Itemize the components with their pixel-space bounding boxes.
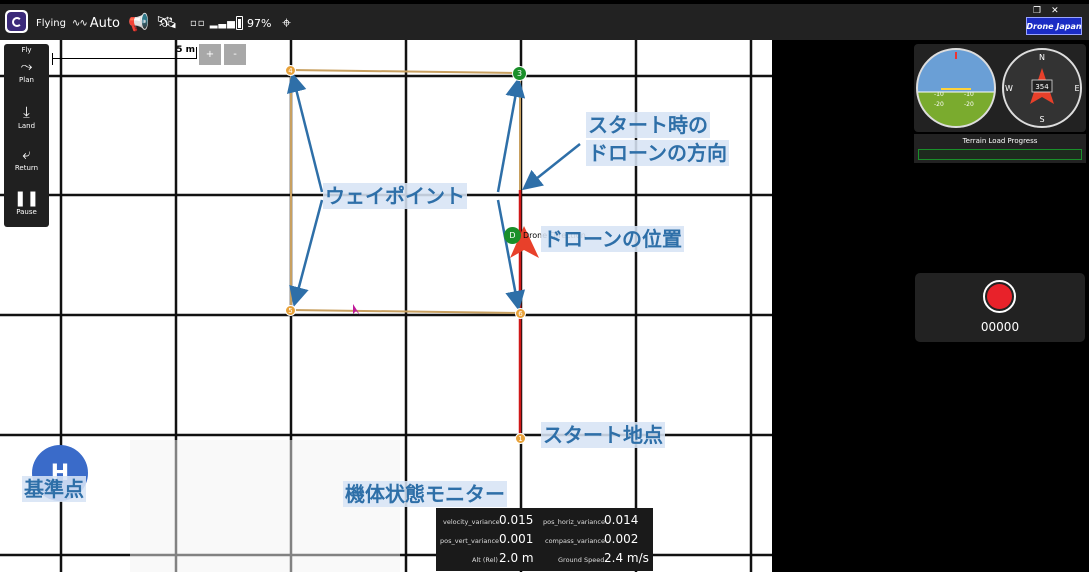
camera-panel: 00000 — [915, 273, 1085, 342]
zoom-in-button[interactable]: + — [199, 44, 221, 65]
compass-indicator: 354 N E S W — [1002, 48, 1082, 128]
fly-label: Fly — [21, 46, 32, 54]
terrain-load-panel: Terrain Load Progress — [914, 134, 1086, 163]
app-window: Flying ∿∿ Auto 📢 🛰 ▫▫ ▂▃▅ 97% ⌖ ❐✕ Drone… — [0, 0, 1089, 572]
compass-variance-value: 0.002 — [604, 532, 639, 546]
pos-vert-variance-key: pos_vert_variance — [440, 537, 500, 545]
attitude-indicator: -10 -10 -20 -20 — [916, 48, 996, 128]
status-monitor: velocity_variance 0.015 pos_horiz_varian… — [436, 508, 653, 571]
alt-rel-value: 2.0 m — [499, 551, 534, 565]
pos-horiz-variance-key: pos_horiz_variance — [543, 518, 605, 526]
compass-variance-key: compass_variance — [545, 537, 605, 545]
velocity-variance-value: 0.015 — [499, 513, 534, 527]
pos-horiz-variance-value: 0.014 — [604, 513, 639, 527]
annotation-waypoint: ウェイポイント — [323, 183, 467, 209]
annotation-reference-point: 基準点 — [22, 476, 86, 502]
close-icon[interactable]: ✕ — [1051, 6, 1069, 16]
velocity-variance-key: velocity_variance — [443, 518, 500, 526]
plan-route-icon: ⤳ — [20, 57, 33, 75]
compass-w-label: W — [1005, 84, 1013, 93]
record-time: 00000 — [980, 320, 1020, 334]
compass-heading-value: 354 — [1035, 83, 1049, 91]
compass-n-label: N — [1039, 53, 1045, 62]
scale-label: 5 m — [176, 45, 195, 55]
pos-vert-variance-value: 0.001 — [499, 532, 534, 546]
flight-mode-selector[interactable]: ∿∿ Auto — [72, 12, 120, 34]
return-icon: ⤶ — [22, 145, 31, 163]
annotation-status-monitor: 機体状態モニター — [343, 481, 507, 507]
battery-icon — [236, 16, 243, 30]
flight-mode-label: Auto — [89, 15, 120, 31]
waypoint-3[interactable]: 3 — [512, 66, 527, 81]
att-tick-2: -10 — [964, 91, 974, 98]
brand-logo: Drone Japan — [1026, 17, 1082, 35]
fly-tool[interactable]: Fly — [4, 46, 49, 54]
annotation-start-point: スタート地点 — [541, 422, 665, 448]
pause-button[interactable]: ❚❚ Pause — [4, 190, 49, 216]
waypoint-1[interactable]: 1 — [515, 433, 526, 444]
fly-tools-panel: Fly ⤳ Plan ⤓ Land ⤶ Return ❚❚ Pause — [4, 44, 49, 227]
record-button[interactable] — [983, 280, 1016, 313]
mode-icon: ∿∿ — [72, 17, 88, 29]
land-label: Land — [17, 122, 36, 130]
ground-speed-value: 2.4 m/s — [604, 551, 649, 565]
terrain-progress-bar — [918, 149, 1082, 160]
app-menu-button[interactable] — [5, 10, 28, 33]
plan-tool-button[interactable]: ⤳ Plan — [4, 58, 49, 84]
rc-signal-icon[interactable]: ▫▫ ▂▃▅ — [190, 12, 236, 34]
waypoint-5[interactable]: 5 — [285, 305, 296, 316]
top-toolbar: Flying ∿∿ Auto 📢 🛰 ▫▫ ▂▃▅ 97% ⌖ ❐✕ Drone… — [0, 0, 1089, 40]
flight-instruments: -10 -10 -20 -20 354 N E S W — [914, 44, 1086, 132]
battery-indicator[interactable]: 97% — [236, 12, 271, 34]
waypoint-6[interactable]: 6 — [515, 308, 526, 319]
flight-state-label[interactable]: Flying — [36, 12, 66, 34]
restore-icon[interactable]: ❐ — [1033, 6, 1051, 16]
return-label: Return — [14, 164, 39, 172]
drone-direction-marker[interactable]: D — [504, 227, 521, 244]
pause-label: Pause — [16, 208, 37, 216]
return-button[interactable]: ⤶ Return — [4, 146, 49, 172]
plan-label: Plan — [19, 76, 34, 84]
att-tick-4: -20 — [964, 101, 974, 108]
mouse-cursor-icon — [353, 304, 360, 315]
app-logo-icon — [11, 16, 22, 27]
att-tick-1: -10 — [934, 91, 944, 98]
gps-satellite-icon[interactable]: 🛰 — [156, 12, 178, 34]
alt-rel-key: Alt (Rel) — [472, 556, 498, 564]
locate-icon[interactable]: ⌖ — [282, 12, 291, 34]
annotation-drone-position: ドローンの位置 — [541, 226, 684, 252]
ground-speed-key: Ground Speed — [558, 556, 605, 564]
land-button[interactable]: ⤓ Land — [4, 104, 49, 130]
att-tick-3: -20 — [934, 101, 944, 108]
window-controls[interactable]: ❐✕ — [1033, 6, 1069, 16]
compass-s-label: S — [1039, 115, 1044, 124]
map-scale: 5 m — [52, 43, 197, 67]
land-icon: ⤓ — [23, 103, 30, 121]
annotation-start-direction-line1: スタート時の — [586, 112, 710, 138]
compass-e-label: E — [1074, 84, 1079, 93]
megaphone-icon[interactable]: 📢 — [128, 12, 149, 34]
battery-percent: 97% — [247, 16, 272, 30]
record-icon — [987, 284, 1012, 309]
zoom-out-button[interactable]: - — [224, 44, 246, 65]
terrain-load-label: Terrain Load Progress — [962, 137, 1038, 145]
annotation-start-direction-line2: ドローンの方向 — [586, 140, 729, 166]
waypoint-4[interactable]: 4 — [285, 65, 296, 76]
pause-icon: ❚❚ — [13, 189, 40, 207]
